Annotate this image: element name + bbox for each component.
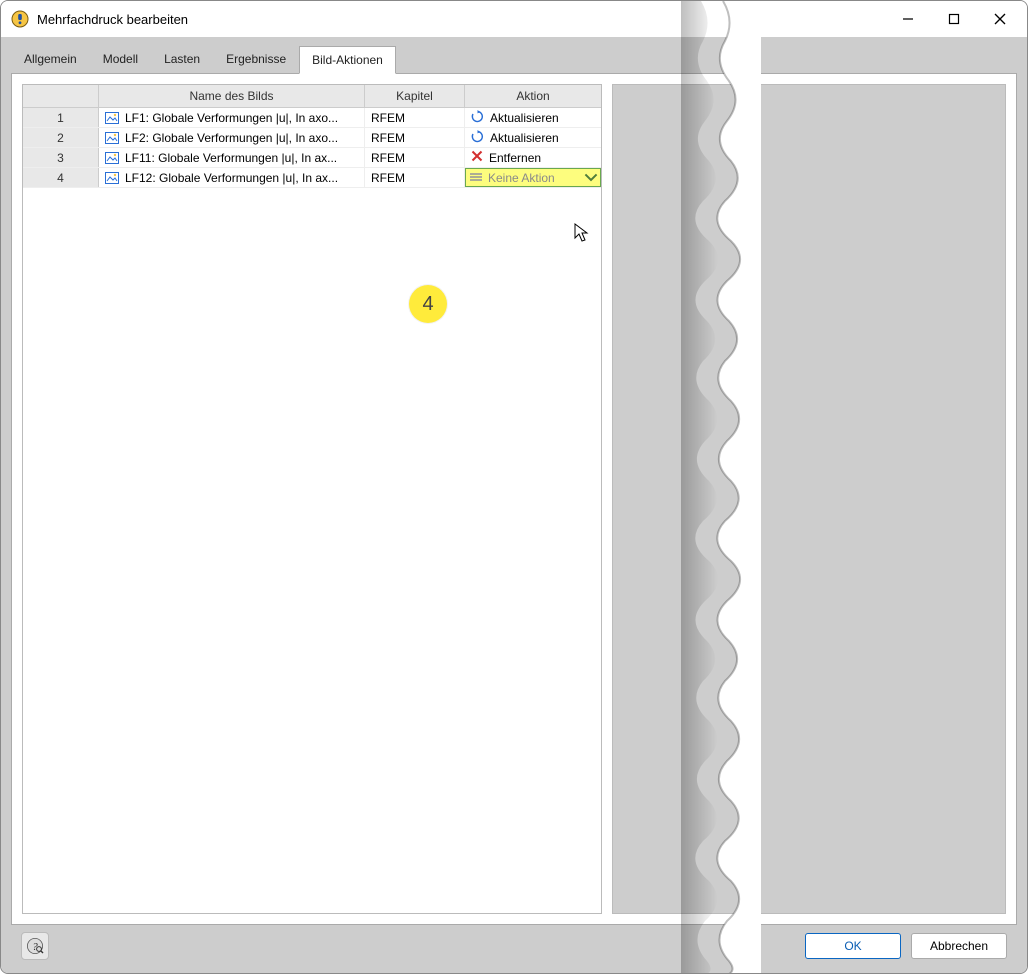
row-number: 3: [23, 148, 99, 167]
col-header-chapter[interactable]: Kapitel: [365, 85, 465, 107]
tab-bild-aktionen[interactable]: Bild-Aktionen: [299, 46, 396, 74]
grid-body: 1 LF1: Globale Verformungen |u|, In axo.…: [23, 108, 601, 913]
remove-icon: [471, 150, 483, 165]
titlebar: Mehrfachdruck bearbeiten: [1, 1, 1027, 37]
action-label: Entfernen: [489, 151, 541, 165]
client-area: Allgemein Modell Lasten Ergebnisse Bild-…: [1, 37, 1027, 973]
help-button[interactable]: ?: [21, 932, 49, 960]
cell-chapter: RFEM: [365, 148, 465, 167]
action-label: Aktualisieren: [490, 131, 559, 145]
callout-badge: 4: [409, 285, 447, 323]
grid-header: Name des Bilds Kapitel Aktion: [23, 85, 601, 108]
image-name: LF1: Globale Verformungen |u|, In axo...: [125, 111, 338, 125]
refresh-icon: [471, 130, 484, 146]
cell-name: LF11: Globale Verformungen |u|, In ax...: [99, 148, 365, 167]
cancel-button[interactable]: Abbrechen: [911, 933, 1007, 959]
preview-pane: [612, 84, 1006, 914]
table-row[interactable]: 4 LF12: Globale Verformungen |u|, In ax.…: [23, 168, 601, 188]
refresh-icon: [471, 110, 484, 126]
col-header-number: [23, 85, 99, 107]
ok-button[interactable]: OK: [805, 933, 901, 959]
cell-chapter: RFEM: [365, 168, 465, 187]
cell-chapter: RFEM: [365, 108, 465, 127]
table-row[interactable]: 1 LF1: Globale Verformungen |u|, In axo.…: [23, 108, 601, 128]
app-icon: [11, 10, 29, 28]
cell-chapter: RFEM: [365, 128, 465, 147]
image-name: LF2: Globale Verformungen |u|, In axo...: [125, 131, 338, 145]
tab-allgemein[interactable]: Allgemein: [11, 45, 90, 73]
row-number: 2: [23, 128, 99, 147]
cell-action-dropdown[interactable]: Keine Aktion Entfernen: [465, 168, 601, 187]
action-select[interactable]: Keine Aktion Entfernen: [465, 168, 601, 187]
picture-icon: [105, 112, 119, 124]
image-name: LF12: Globale Verformungen |u|, In ax...: [125, 171, 338, 185]
cell-name: LF1: Globale Verformungen |u|, In axo...: [99, 108, 365, 127]
picture-icon: [105, 172, 119, 184]
row-number: 1: [23, 108, 99, 127]
chevron-down-icon: [584, 171, 598, 185]
action-label: Aktualisieren: [490, 111, 559, 125]
picture-icon: [105, 152, 119, 164]
tab-strip: Allgemein Modell Lasten Ergebnisse Bild-…: [11, 45, 1017, 73]
cell-action[interactable]: Entfernen: [465, 148, 601, 167]
action-select-value: Keine Aktion: [488, 171, 578, 185]
cell-action[interactable]: Aktualisieren: [465, 108, 601, 127]
no-action-icon: [470, 171, 482, 185]
image-name: LF11: Globale Verformungen |u|, In ax...: [125, 151, 337, 165]
col-header-action[interactable]: Aktion: [465, 85, 601, 107]
row-number: 4: [23, 168, 99, 187]
picture-icon: [105, 132, 119, 144]
cell-name: LF2: Globale Verformungen |u|, In axo...: [99, 128, 365, 147]
close-button[interactable]: [977, 4, 1023, 34]
tab-ergebnisse[interactable]: Ergebnisse: [213, 45, 299, 73]
table-row[interactable]: 2 LF2: Globale Verformungen |u|, In axo.…: [23, 128, 601, 148]
tab-lasten[interactable]: Lasten: [151, 45, 213, 73]
table-row[interactable]: 3 LF11: Globale Verformungen |u|, In ax.…: [23, 148, 601, 168]
col-header-name[interactable]: Name des Bilds: [99, 85, 365, 107]
image-actions-grid: Name des Bilds Kapitel Aktion 1 LF1: Glo…: [22, 84, 602, 914]
cell-name: LF12: Globale Verformungen |u|, In ax...: [99, 168, 365, 187]
window-title: Mehrfachdruck bearbeiten: [37, 12, 188, 27]
dialog-footer: ? OK Abbrechen: [11, 925, 1017, 967]
minimize-button[interactable]: [885, 4, 931, 34]
maximize-button[interactable]: [931, 4, 977, 34]
cell-action[interactable]: Aktualisieren: [465, 128, 601, 147]
dialog-window: Mehrfachdruck bearbeiten Allgemein Model…: [0, 0, 1028, 974]
tab-page: Name des Bilds Kapitel Aktion 1 LF1: Glo…: [11, 73, 1017, 925]
tab-modell[interactable]: Modell: [90, 45, 151, 73]
